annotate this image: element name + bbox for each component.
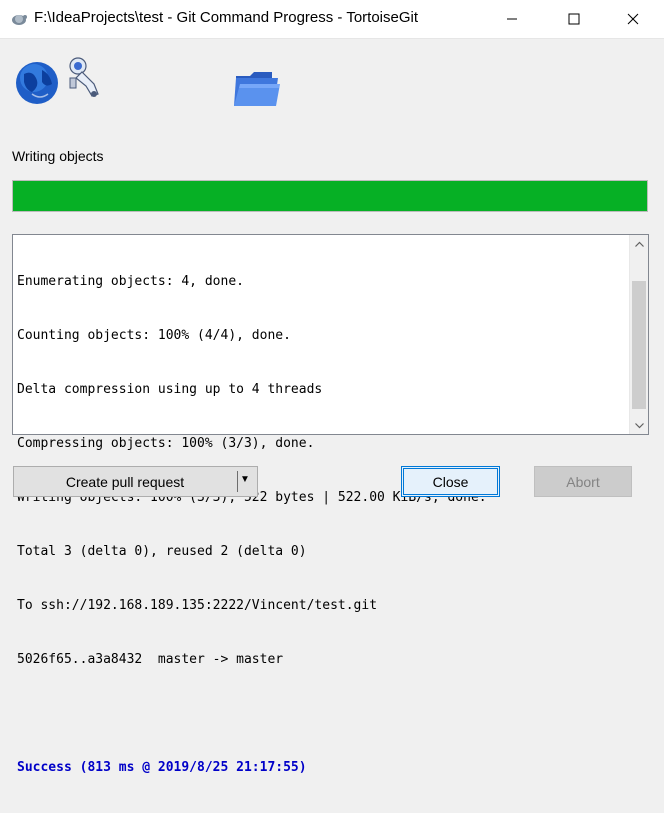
log-line: Compressing objects: 100% (3/3), done. xyxy=(17,436,315,451)
log-text: Enumerating objects: 4, done. Counting o… xyxy=(17,237,626,813)
dropdown-arrow-icon[interactable]: ▼ xyxy=(240,474,250,485)
log-success-line: Success (813 ms @ 2019/8/25 21:17:55) xyxy=(17,760,307,775)
log-line: 5026f65..a3a8432 master -> master xyxy=(17,652,284,667)
close-label: Close xyxy=(432,473,469,490)
log-line: Delta compression using up to 4 threads xyxy=(17,382,323,397)
status-label: Writing objects xyxy=(12,148,104,164)
close-window-button[interactable] xyxy=(610,0,656,38)
folder-icon xyxy=(234,72,280,106)
scroll-down-button[interactable] xyxy=(630,417,648,434)
abort-button: Abort xyxy=(534,466,632,497)
create-pull-request-label: Create pull request xyxy=(65,474,185,490)
maximize-icon xyxy=(568,13,580,25)
tortoisegit-icon xyxy=(12,15,27,25)
log-line: To ssh://192.168.189.135:2222/Vincent/te… xyxy=(17,598,378,613)
window-title: F:\IdeaProjects\test - Git Command Progr… xyxy=(34,9,419,26)
abort-label: Abort xyxy=(566,473,600,490)
log-scrollbar[interactable] xyxy=(629,235,648,434)
progress-bar xyxy=(12,180,648,212)
close-icon xyxy=(627,13,639,25)
globe-icon xyxy=(16,62,58,104)
log-line: Counting objects: 100% (4/4), done. xyxy=(17,328,291,343)
split-divider xyxy=(237,471,238,492)
create-pull-request-button[interactable]: Create pull request ▼ xyxy=(13,466,258,497)
minimize-icon xyxy=(507,18,517,20)
log-line: Total 3 (delta 0), reused 2 (delta 0) xyxy=(17,544,307,559)
astronaut-icon xyxy=(69,57,99,97)
log-output[interactable]: Enumerating objects: 4, done. Counting o… xyxy=(12,234,649,775)
title-bar: F:\IdeaProjects\test - Git Command Progr… xyxy=(0,0,664,39)
scroll-up-button[interactable] xyxy=(630,235,648,252)
progress-fill xyxy=(13,181,647,211)
minimize-button[interactable] xyxy=(489,0,535,38)
maximize-button[interactable] xyxy=(551,0,597,38)
scroll-thumb[interactable] xyxy=(632,281,646,409)
chevron-up-icon xyxy=(634,241,644,247)
close-button[interactable]: Close xyxy=(401,466,500,497)
chevron-down-icon xyxy=(634,422,644,428)
log-line: Enumerating objects: 4, done. xyxy=(17,274,244,289)
header-icons xyxy=(0,38,664,118)
